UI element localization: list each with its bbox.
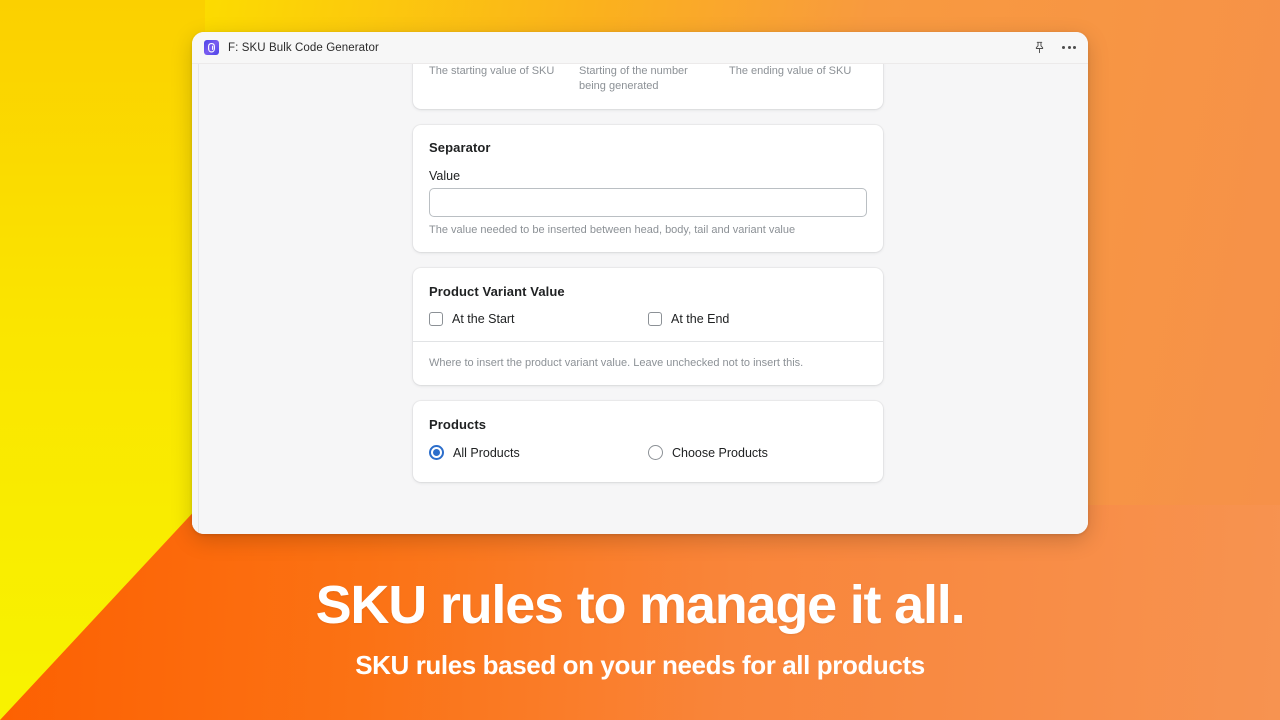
marketing-headline: SKU rules to manage it all. [315, 575, 966, 635]
app-icon [204, 40, 219, 55]
content-area: The starting value of SKU Starting of th [199, 64, 1088, 534]
separator-value-input[interactable] [429, 188, 867, 217]
radio-selected-icon [429, 445, 444, 460]
checkbox-at-the-start[interactable]: At the Start [429, 312, 648, 326]
radio-all-products[interactable]: All Products [429, 445, 648, 460]
pin-icon[interactable] [1031, 40, 1047, 56]
radio-choose-products-label: Choose Products [672, 445, 768, 460]
products-options: All Products Choose Products [413, 445, 883, 482]
window-title: F: SKU Bulk Code Generator [228, 41, 379, 54]
field-sku-body: Starting of the number being generated [579, 64, 717, 94]
products-title: Products [429, 417, 487, 432]
more-dots [1062, 46, 1076, 49]
more-options-icon[interactable] [1061, 40, 1077, 56]
card-product-variant-value: Product Variant Value At the Start At th… [413, 268, 883, 385]
product-variant-value-help: Where to insert the product variant valu… [429, 357, 804, 369]
left-rail [192, 64, 199, 534]
card-products: Products All Products Choose Products [413, 401, 883, 482]
separator-body: Value The value needed to be inserted be… [413, 155, 883, 252]
products-title-wrap: Products [413, 401, 883, 445]
form-column: The starting value of SKU Starting of th [413, 64, 883, 498]
product-variant-value-footer: Where to insert the product variant valu… [413, 341, 883, 385]
checkbox-at-the-end-label: At the End [671, 312, 730, 326]
checkbox-at-the-start-label: At the Start [452, 312, 515, 326]
marketing-subheadline: SKU rules based on your needs for all pr… [355, 650, 925, 680]
card-sku-range: The starting value of SKU Starting of th [413, 64, 883, 109]
separator-help: The value needed to be inserted between … [429, 224, 796, 236]
window-titlebar: F: SKU Bulk Code Generator [192, 32, 1088, 64]
field-sku-head: The starting value of SKU [429, 64, 567, 94]
field-sku-tail: The ending value of SKU [729, 64, 867, 94]
card-separator: Separator Value The value needed to be i… [413, 125, 883, 252]
window-actions [1031, 40, 1077, 56]
sku-range-row: The starting value of SKU Starting of th [413, 64, 883, 107]
product-variant-value-title: Product Variant Value [429, 284, 565, 299]
sku-tail-help: The ending value of SKU [729, 65, 852, 77]
separator-title: Separator [429, 140, 491, 155]
checkbox-icon [429, 312, 443, 326]
checkbox-icon [648, 312, 662, 326]
separator-value-label: Value [429, 169, 461, 183]
pvv-title-wrap: Product Variant Value [413, 268, 883, 312]
sku-head-help: The starting value of SKU [429, 65, 555, 77]
separator-title-wrap: Separator [413, 125, 883, 155]
app-window: F: SKU Bulk Code Generator The starting … [192, 32, 1088, 534]
checkbox-at-the-end[interactable]: At the End [648, 312, 867, 326]
product-variant-value-options: At the Start At the End [413, 312, 883, 341]
sku-body-help: Starting of the number being generated [579, 65, 688, 92]
radio-choose-products[interactable]: Choose Products [648, 445, 867, 460]
radio-icon [648, 445, 663, 460]
radio-all-products-label: All Products [453, 445, 520, 460]
window-body: The starting value of SKU Starting of th [192, 64, 1088, 534]
